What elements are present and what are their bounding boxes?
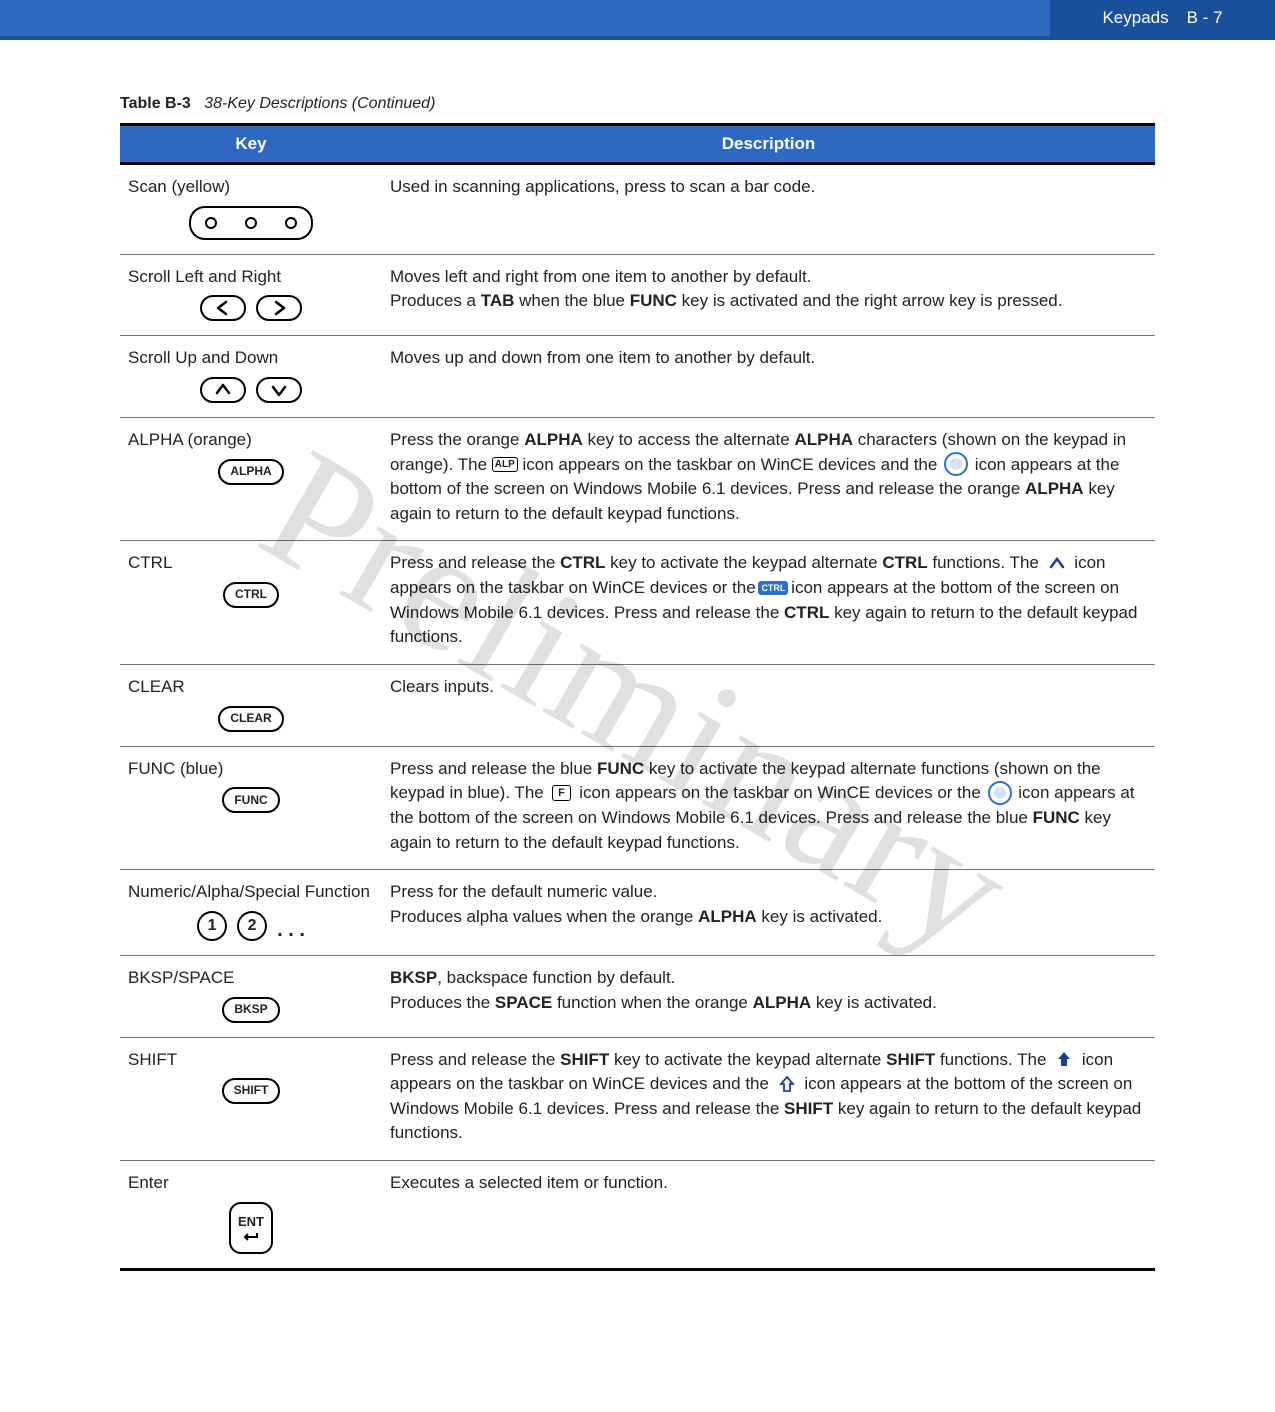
key-cell: Scan (yellow): [120, 164, 382, 255]
bold-text: FUNC: [1033, 808, 1080, 827]
header-page: B - 7: [1187, 8, 1223, 28]
bold-text: ALPHA: [524, 430, 583, 449]
header-section: Keypads: [1102, 8, 1168, 28]
key-name: FUNC (blue): [128, 757, 374, 782]
table-row: ALPHA (orange)ALPHAPress the orange ALPH…: [120, 417, 1155, 541]
key-name: Scan (yellow): [128, 175, 374, 200]
caption-label: Table B-3: [120, 95, 191, 112]
key-cell: Numeric/Alpha/Special Function12. . .: [120, 870, 382, 956]
table-row: Scroll Up and Down Moves up and down from…: [120, 336, 1155, 418]
ctrl-key-icon: CTRL: [223, 582, 279, 608]
key-name: Scroll Up and Down: [128, 346, 374, 371]
key-name: CLEAR: [128, 675, 374, 700]
bold-text: SHIFT: [886, 1050, 935, 1069]
bksp-key-icon: BKSP: [222, 997, 279, 1023]
clear-key-icon: CLEAR: [218, 706, 283, 732]
table-row: FUNC (blue)FUNCPress and release the blu…: [120, 746, 1155, 870]
description-cell: Press and release the CTRL key to activa…: [382, 541, 1155, 665]
scroll-left-key-icon: [200, 295, 246, 321]
scroll-down-key-icon: [256, 377, 302, 403]
key-cell: FUNC (blue) FUNC: [120, 746, 382, 870]
table-row: Scroll Left and Right Moves left and righ…: [120, 254, 1155, 336]
bold-text: CTRL: [882, 553, 927, 572]
key-cell: Scroll Up and Down: [120, 336, 382, 418]
bold-text: BKSP: [390, 968, 437, 987]
description-cell: Press and release the SHIFT key to activ…: [382, 1037, 1155, 1161]
table-row: CLEAR CLEAR Clears inputs.: [120, 665, 1155, 747]
bold-text: CTRL: [784, 603, 829, 622]
bold-text: ALPHA: [753, 993, 812, 1012]
table-caption: Table B-3 38-Key Descriptions (Continued…: [120, 95, 1155, 113]
key-name: CTRL: [128, 551, 374, 576]
shift-key-icon: SHIFT: [222, 1078, 281, 1104]
page-body: Preliminary Table B-3 38-Key Description…: [0, 40, 1275, 1311]
alpha-key-icon: ALPHA: [218, 459, 283, 485]
bold-text: FUNC: [597, 759, 644, 778]
table-row: CTRLCTRLPress and release the CTRL key t…: [120, 541, 1155, 665]
keys-table: Key Description Scan (yellow) Used in sca…: [120, 123, 1155, 1271]
taskbar-circle-icon: [944, 452, 968, 476]
key-name: Scroll Left and Right: [128, 265, 374, 290]
key-cell: BKSP/SPACE BKSP: [120, 955, 382, 1037]
bold-text: ALPHA: [698, 907, 757, 926]
description-cell: Clears inputs.: [382, 665, 1155, 747]
page-header-corner: Keypads B - 7: [1050, 0, 1275, 36]
num-2-key-icon: 2: [237, 911, 267, 941]
key-name: Enter: [128, 1171, 374, 1196]
col-key: Key: [120, 125, 382, 164]
caption-title: 38-Key Descriptions (Continued): [204, 95, 435, 112]
col-description: Description: [382, 125, 1155, 164]
table-row: Scan (yellow) Used in scanning applicatio…: [120, 164, 1155, 255]
table-row: SHIFTSHIFTPress and release the SHIFT ke…: [120, 1037, 1155, 1161]
description-cell: Used in scanning applications, press to …: [382, 164, 1155, 255]
bold-text: SHIFT: [560, 1050, 609, 1069]
enter-key-icon: ENT: [229, 1202, 273, 1254]
key-cell: Enter ENT: [120, 1161, 382, 1270]
bold-text: SHIFT: [784, 1099, 833, 1118]
table-row: Enter ENT Executes a selected item or func…: [120, 1161, 1155, 1270]
bold-text: CTRL: [560, 553, 605, 572]
bold-text: FUNC: [630, 291, 677, 310]
taskbar-alp-icon: ALP: [494, 455, 516, 473]
bold-text: ALPHA: [794, 430, 853, 449]
description-cell: Press and release the blue FUNC key to a…: [382, 746, 1155, 870]
key-name: ALPHA (orange): [128, 428, 374, 453]
taskbar-shift-outline-icon: [776, 1075, 798, 1093]
key-cell: CLEAR CLEAR: [120, 665, 382, 747]
key-cell: ALPHA (orange) ALPHA: [120, 417, 382, 541]
description-cell: BKSP, backspace function by default.Prod…: [382, 955, 1155, 1037]
key-cell: SHIFT SHIFT: [120, 1037, 382, 1161]
scan-key-icon: [189, 206, 313, 240]
table-row: BKSP/SPACEBKSPBKSP, backspace function b…: [120, 955, 1155, 1037]
taskbar-ctrl-icon: CTRL: [762, 579, 784, 597]
description-cell: Executes a selected item or function.: [382, 1161, 1155, 1270]
key-cell: Scroll Left and Right: [120, 254, 382, 336]
key-name: BKSP/SPACE: [128, 966, 374, 991]
description-cell: Press the orange ALPHA key to access the…: [382, 417, 1155, 541]
bold-text: TAB: [481, 291, 515, 310]
num-1-key-icon: 1: [197, 911, 227, 941]
scroll-up-key-icon: [200, 377, 246, 403]
table-row: Numeric/Alpha/Special Function12. . .Pre…: [120, 870, 1155, 956]
taskbar-f-icon: F: [550, 784, 572, 802]
func-key-icon: FUNC: [222, 787, 279, 813]
taskbar-circle-icon: [988, 781, 1012, 805]
description-cell: Press for the default numeric value.Prod…: [382, 870, 1155, 956]
key-cell: CTRL CTRL: [120, 541, 382, 665]
key-name: SHIFT: [128, 1048, 374, 1073]
description-cell: Moves left and right from one item to an…: [382, 254, 1155, 336]
key-name: Numeric/Alpha/Special Function: [128, 880, 374, 905]
taskbar-caret-icon: [1046, 554, 1068, 572]
bold-text: ALPHA: [1025, 479, 1084, 498]
page-header: Keypads B - 7: [0, 0, 1275, 40]
description-cell: Moves up and down from one item to anoth…: [382, 336, 1155, 418]
taskbar-shift-icon: [1053, 1050, 1075, 1068]
bold-text: SPACE: [495, 993, 552, 1012]
scroll-right-key-icon: [256, 295, 302, 321]
